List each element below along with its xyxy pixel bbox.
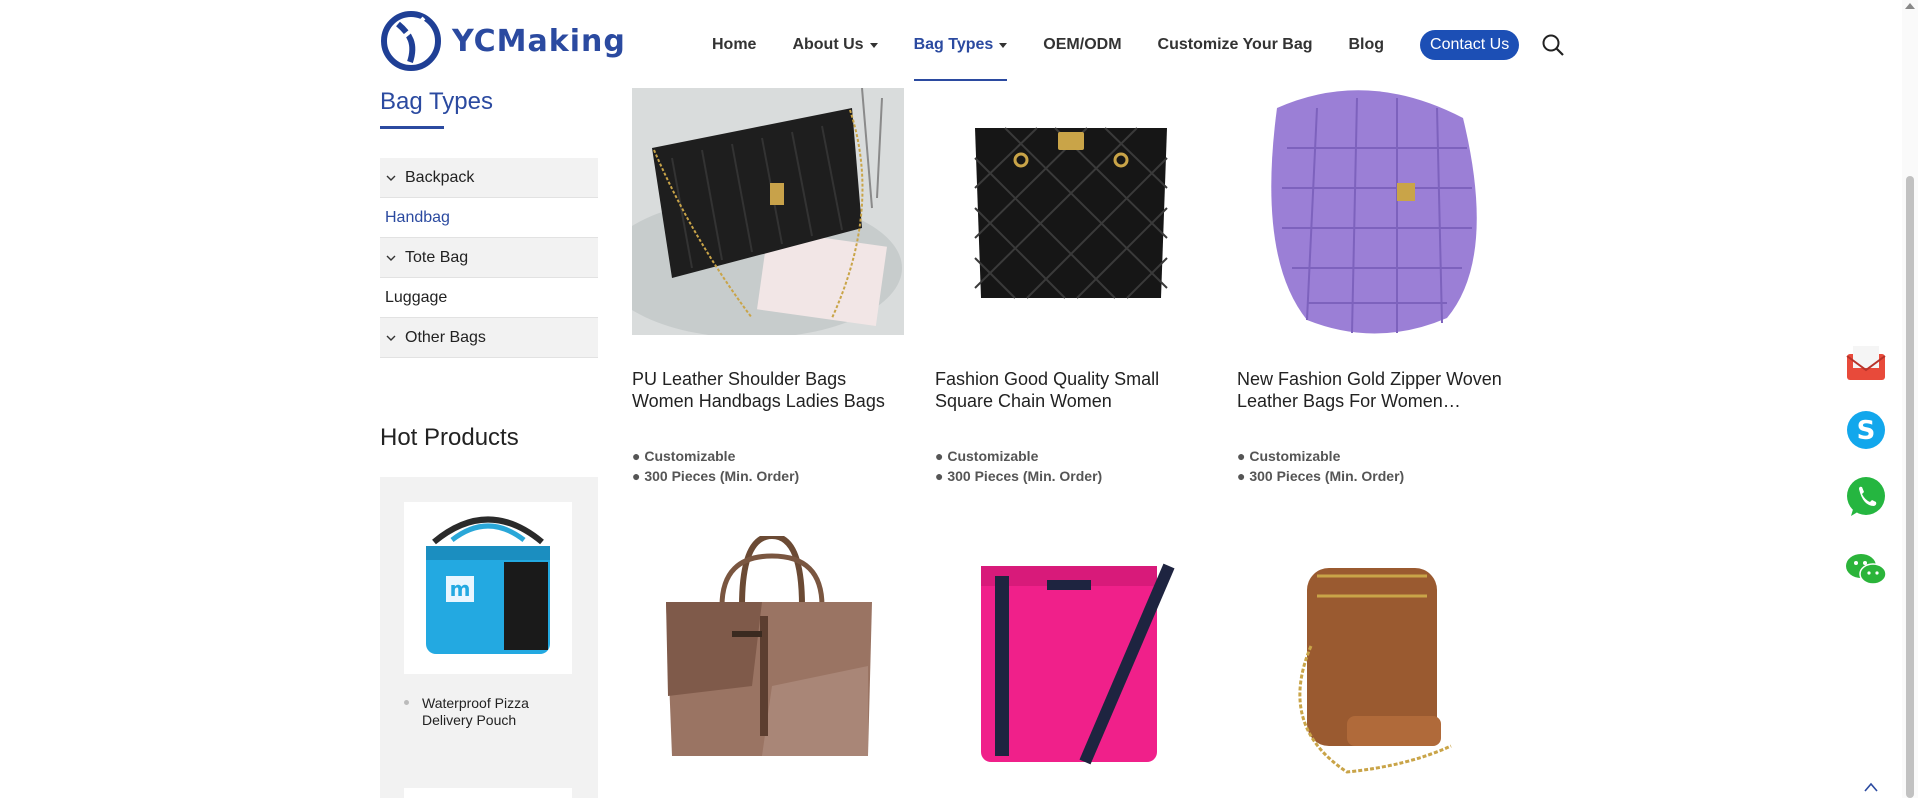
category-backpack[interactable]: Backpack (380, 158, 598, 198)
product-specs: ● Customizable ● 300 Pieces (Min. Order) (935, 446, 1207, 486)
hot-product-image[interactable]: m (404, 502, 572, 674)
spec-customizable: ● Customizable (935, 448, 1039, 464)
skype-icon[interactable]: S (1845, 409, 1887, 451)
nav-blog-label: Blog (1348, 36, 1385, 53)
hot-products-title: Hot Products (380, 424, 519, 451)
category-label: Handbag (385, 208, 450, 226)
category-label: Tote Bag (405, 248, 469, 266)
hot-product-image-next[interactable] (404, 788, 572, 798)
caret-down-icon (869, 42, 878, 48)
scroll-up-arrow-icon[interactable] (1905, 3, 1915, 9)
chevron-down-icon[interactable] (385, 332, 397, 344)
product-name[interactable]: New Fashion Gold Zipper Woven Leather Ba… (1237, 368, 1509, 412)
svg-text:S: S (1857, 416, 1876, 446)
quilted-black-bag-image (935, 88, 1207, 335)
product-image[interactable] (935, 536, 1207, 798)
category-list: Backpack Handbag Tote Bag Luggage Other … (380, 158, 598, 358)
svg-text:m: m (450, 577, 471, 601)
spec-min-order: ● 300 Pieces (Min. Order) (1237, 468, 1405, 484)
spec-customizable: ● Customizable (1237, 448, 1341, 464)
search-icon[interactable] (1541, 33, 1565, 57)
sidebar: Bag Types Backpack Handbag Tote Bag Lugg… (380, 88, 598, 798)
product-card[interactable] (935, 536, 1207, 798)
product-image[interactable] (1237, 536, 1509, 798)
product-name[interactable]: PU Leather Shoulder Bags Women Handbags … (632, 368, 904, 412)
category-tote-bag[interactable]: Tote Bag (380, 238, 598, 278)
nav-home[interactable]: Home (712, 28, 756, 62)
category-luggage[interactable]: Luggage (380, 278, 598, 318)
nav-about-us[interactable]: About Us (792, 28, 878, 62)
product-specs: ● Customizable ● 300 Pieces (Min. Order) (632, 446, 904, 486)
product-image[interactable] (632, 88, 904, 335)
product-card[interactable] (632, 536, 904, 798)
category-handbag[interactable]: Handbag (380, 198, 598, 238)
spec-min-order: ● 300 Pieces (Min. Order) (935, 468, 1103, 484)
product-card[interactable]: PU Leather Shoulder Bags Women Handbags … (632, 88, 904, 486)
back-to-top-icon[interactable] (1864, 782, 1878, 792)
category-label: Backpack (405, 168, 475, 186)
page-scrollbar[interactable] (1902, 0, 1918, 798)
list-bullet (404, 700, 409, 705)
nav-customize[interactable]: Customize Your Bag (1158, 28, 1313, 62)
nav-bag-types[interactable]: Bag Types (913, 28, 1008, 81)
scrollbar-thumb[interactable] (1906, 176, 1914, 798)
email-icon[interactable] (1845, 342, 1887, 384)
main-nav: Home About Us Bag Types OEM/ODM Customiz… (712, 28, 1565, 81)
nav-home-label: Home (712, 36, 757, 53)
product-image[interactable] (935, 88, 1207, 335)
pink-crossbody-bag-image (935, 536, 1207, 798)
product-card[interactable]: New Fashion Gold Zipper Woven Leather Ba… (1237, 88, 1509, 486)
hot-products-panel: m Waterproof Pizza Delivery Pouch (380, 477, 598, 798)
nav-oem-odm[interactable]: OEM/ODM (1043, 28, 1121, 62)
caret-down-icon (999, 42, 1008, 48)
wechat-icon[interactable] (1845, 552, 1887, 588)
product-name[interactable]: Fashion Good Quality Small Square Chain … (935, 368, 1207, 412)
site-header: YCMaking Home About Us Bag Types OEM/ODM… (0, 0, 1918, 88)
purple-woven-bag-image (1237, 88, 1509, 335)
nav-oem-label: OEM/ODM (1043, 36, 1122, 53)
contact-us-button[interactable]: Contact Us (1420, 30, 1520, 60)
whatsapp-icon[interactable] (1845, 476, 1887, 518)
chevron-down-icon[interactable] (385, 172, 397, 184)
product-card[interactable]: Fashion Good Quality Small Square Chain … (935, 88, 1207, 486)
category-label: Other Bags (405, 328, 486, 346)
brown-camera-bag-image (1237, 536, 1509, 798)
spec-min-order: ● 300 Pieces (Min. Order) (632, 468, 800, 484)
chevron-down-icon[interactable] (385, 252, 397, 264)
sidebar-title: Bag Types (380, 88, 598, 129)
hot-product-name[interactable]: Waterproof Pizza Delivery Pouch (422, 695, 562, 729)
cooler-bag-image: m (426, 516, 550, 654)
category-label: Luggage (385, 288, 448, 306)
nav-customize-label: Customize Your Bag (1157, 36, 1313, 53)
spec-customizable: ● Customizable (632, 448, 736, 464)
brown-patchwork-tote-image (632, 536, 904, 798)
nav-about-label: About Us (792, 36, 864, 53)
category-other-bags[interactable]: Other Bags (380, 318, 598, 358)
black-chain-bag-image (632, 88, 904, 335)
logo-icon (381, 11, 441, 71)
nav-bag-types-label: Bag Types (913, 36, 994, 53)
product-image[interactable] (632, 536, 904, 798)
nav-blog[interactable]: Blog (1349, 28, 1385, 62)
product-card[interactable] (1237, 536, 1509, 798)
brand-name: YCMaking (452, 23, 626, 59)
logo[interactable]: YCMaking (380, 10, 640, 72)
product-image[interactable] (1237, 88, 1509, 335)
product-specs: ● Customizable ● 300 Pieces (Min. Order) (1237, 446, 1509, 486)
